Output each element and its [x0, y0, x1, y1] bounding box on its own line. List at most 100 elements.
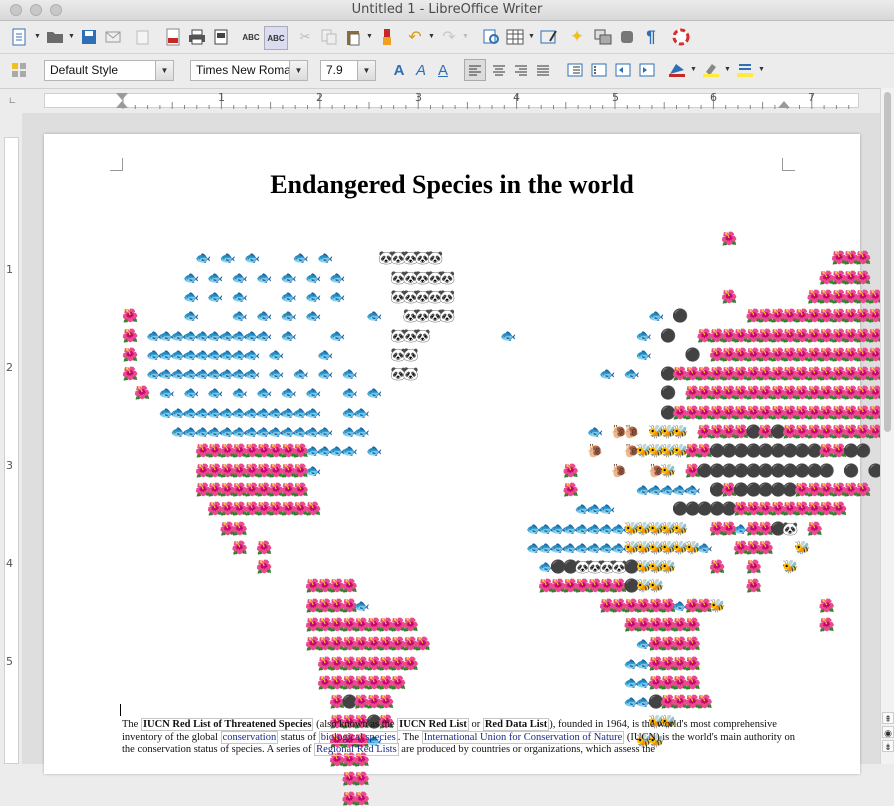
flower-icon: 🌺	[341, 578, 358, 594]
vertical-scrollbar[interactable]: ⇞ ◉ ⇟	[880, 88, 894, 764]
right-indent-marker[interactable]	[778, 101, 790, 108]
text-run: (also known as the	[313, 719, 398, 730]
fish-icon: 🐟	[599, 366, 616, 382]
stone-icon: ⚫	[855, 443, 872, 459]
text-run: . The	[397, 731, 422, 743]
chevron-down-icon[interactable]: ▼	[155, 61, 173, 80]
star-icon[interactable]: ✦	[566, 26, 588, 48]
scrollbar-thumb[interactable]	[884, 92, 891, 432]
font-size-combo[interactable]: 7.9 ▼	[320, 60, 376, 81]
open-folder-icon[interactable]	[44, 26, 66, 48]
insert-object-icon[interactable]	[616, 26, 638, 48]
hyperlink[interactable]: conservation	[220, 730, 279, 744]
numbered-list-icon[interactable]	[564, 59, 586, 81]
insert-image-icon[interactable]	[538, 26, 560, 48]
fish-icon: 🐟	[244, 366, 261, 382]
save-icon[interactable]	[78, 26, 100, 48]
indent-marker[interactable]	[116, 93, 128, 100]
spelling-icon[interactable]: ABC	[240, 26, 262, 48]
print-icon[interactable]	[186, 26, 208, 48]
paragraph-background-icon[interactable]	[734, 59, 756, 81]
next-page-icon[interactable]: ⇟	[882, 740, 894, 752]
bold-icon[interactable]: A	[388, 59, 410, 81]
undo-icon[interactable]: ↶	[404, 26, 426, 48]
ruler-number: 4	[513, 91, 520, 104]
underline-icon[interactable]: A	[432, 59, 454, 81]
styles-sidebar-icon[interactable]	[8, 59, 30, 81]
clone-formatting-icon[interactable]	[376, 26, 398, 48]
decrease-indent-icon[interactable]	[612, 59, 634, 81]
document-page[interactable]: Endangered Species in the world 🌺 🐟 🐟 🐟 🐟 🐟 🐼 🐼…	[44, 134, 894, 805]
fish-icon: 🐟	[500, 327, 517, 343]
fish-icon: 🐟	[366, 385, 383, 401]
fish-icon: 🐟	[305, 269, 322, 285]
fish-icon: 🐟	[207, 288, 224, 304]
align-center-icon[interactable]	[488, 59, 510, 81]
flower-icon: 🌺	[305, 501, 322, 517]
fish-icon: 🐟	[280, 269, 297, 285]
paste-icon[interactable]	[342, 26, 364, 48]
font-name-value: Times New Roma	[196, 63, 291, 77]
hyperlink[interactable]: International Union for Conservation of …	[421, 730, 625, 744]
flower-icon: 🌺	[696, 694, 713, 710]
bullet-list-icon[interactable]	[588, 59, 610, 81]
previous-page-icon[interactable]: ⇞	[882, 712, 894, 724]
horizontal-ruler[interactable]: ∟ 1 2 3 4 5 6 7	[0, 89, 894, 113]
chevron-down-icon[interactable]: ▼	[724, 66, 731, 73]
copy-icon[interactable]	[318, 26, 340, 48]
export-pdf-icon[interactable]	[162, 26, 184, 48]
insert-frame-icon[interactable]	[592, 26, 614, 48]
fish-icon: 🐟	[635, 346, 652, 362]
tab-stop-icon[interactable]: ∟	[8, 95, 17, 105]
autocheck-spelling-icon[interactable]: ABC	[264, 26, 288, 50]
indent-marker-bottom[interactable]	[116, 101, 128, 108]
chevron-down-icon[interactable]: ▼	[690, 66, 697, 73]
font-size-value: 7.9	[326, 63, 343, 77]
align-left-icon[interactable]	[464, 59, 486, 81]
chevron-down-icon[interactable]: ▼	[428, 33, 435, 40]
table-icon[interactable]	[504, 26, 526, 48]
paragraph-style-combo[interactable]: Default Style ▼	[44, 60, 174, 81]
chevron-down-icon[interactable]: ▼	[462, 33, 469, 40]
body-paragraph[interactable]: The IUCN Red List of Threatened Species …	[122, 718, 802, 757]
edit-mode-icon[interactable]	[132, 26, 154, 48]
flower-icon: 🌺	[402, 617, 419, 632]
email-icon[interactable]	[102, 26, 124, 48]
chevron-down-icon[interactable]: ▼	[758, 66, 765, 73]
character-highlight-icon[interactable]	[666, 59, 688, 81]
font-name-combo[interactable]: Times New Roma ▼	[190, 60, 308, 81]
new-document-icon[interactable]	[8, 26, 30, 48]
help-lifebuoy-icon[interactable]	[670, 26, 692, 48]
vertical-ruler[interactable]: 1 2 3 4 5	[0, 133, 22, 764]
print-preview-icon[interactable]	[210, 26, 232, 48]
find-replace-icon[interactable]	[480, 26, 502, 48]
chevron-down-icon[interactable]: ▼	[68, 33, 75, 40]
increase-indent-icon[interactable]	[636, 59, 658, 81]
navigator-icon[interactable]: ◉	[882, 726, 894, 738]
formatting-marks-icon[interactable]: ¶	[640, 26, 662, 48]
fish-icon: 🐟	[231, 269, 248, 285]
justify-icon[interactable]	[532, 59, 554, 81]
hyperlink[interactable]: Regional Red Lists	[314, 743, 399, 756]
chevron-down-icon[interactable]: ▼	[289, 61, 307, 80]
fish-icon: 🐟	[292, 366, 309, 382]
italic-icon[interactable]: A	[410, 59, 432, 81]
stone-icon: ⚫	[672, 308, 689, 324]
vertical-ruler-strip	[4, 137, 19, 764]
cut-icon[interactable]: ✂	[294, 26, 316, 48]
ruler-number: 6	[710, 91, 717, 104]
chevron-down-icon[interactable]: ▼	[357, 61, 375, 80]
hyperlink[interactable]: biological species	[318, 730, 398, 744]
ruler-number: 5	[612, 91, 619, 104]
fish-icon: 🐟	[366, 443, 383, 459]
highlighting-color-icon[interactable]	[700, 59, 722, 81]
text-run: are produced by countries or organizatio…	[398, 744, 656, 755]
bee-icon: 🐝	[794, 539, 811, 555]
align-right-icon[interactable]	[510, 59, 532, 81]
fish-icon: 🐟	[183, 385, 200, 401]
redo-icon[interactable]: ↷	[438, 26, 460, 48]
chevron-down-icon[interactable]: ▼	[366, 33, 373, 40]
chevron-down-icon[interactable]: ▼	[528, 33, 535, 40]
fish-icon: 🐟	[292, 250, 309, 266]
chevron-down-icon[interactable]: ▼	[34, 33, 41, 40]
